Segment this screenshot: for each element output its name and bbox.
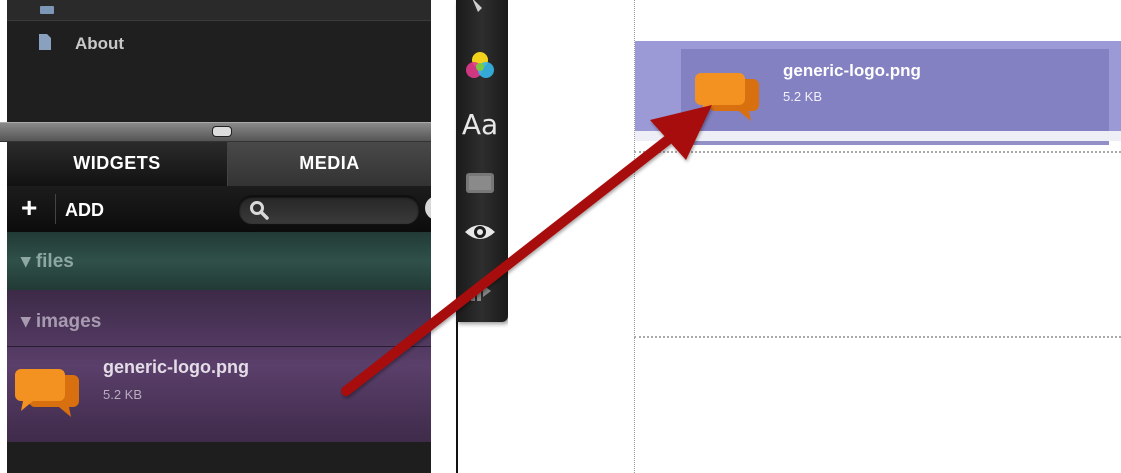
sidebar: About WIDGETS MEDIA + ADD ▾ files ▾ imag… xyxy=(7,0,431,473)
sidebar-footer xyxy=(7,442,431,473)
page-icon xyxy=(40,6,54,14)
tab-media[interactable]: MEDIA xyxy=(228,140,431,186)
add-plus-icon[interactable]: + xyxy=(21,192,37,224)
color-palette-icon[interactable] xyxy=(456,48,504,89)
font-icon[interactable]: Aa xyxy=(456,108,504,141)
document-icon xyxy=(39,34,51,50)
page-item-about[interactable]: About xyxy=(7,28,431,58)
drop-zone-highlight[interactable]: generic-logo.png 5.2 KB xyxy=(635,41,1121,145)
chat-bubbles-logo-icon xyxy=(15,369,79,417)
tab-widgets[interactable]: WIDGETS xyxy=(7,140,228,186)
drop-zone-shadow xyxy=(635,131,1121,141)
toolbar-gutter xyxy=(431,0,456,473)
search-input[interactable] xyxy=(275,200,409,220)
preview-eye-icon[interactable] xyxy=(456,220,504,249)
texture-icon[interactable] xyxy=(456,172,504,199)
media-filesize: 5.2 KB xyxy=(103,387,143,402)
share-icon[interactable] xyxy=(456,283,504,309)
panel-tabs: WIDGETS MEDIA xyxy=(7,140,431,186)
back-arrow-icon[interactable] xyxy=(456,0,504,18)
guide-line-horizontal-bottom xyxy=(634,336,1121,338)
images-section-header[interactable]: ▾ images xyxy=(21,310,101,333)
page-list: About xyxy=(7,0,431,122)
media-toolbar: + ADD xyxy=(7,186,431,232)
vertical-toolbar: Aa xyxy=(456,0,508,322)
dragged-filesize: 5.2 KB xyxy=(783,89,823,104)
chat-bubbles-logo-icon xyxy=(695,73,759,121)
media-item[interactable]: generic-logo.png 5.2 KB xyxy=(7,347,431,442)
page-item-label: About xyxy=(75,34,125,53)
files-section-header[interactable]: ▾ files xyxy=(21,250,74,273)
splitter-grip-icon[interactable] xyxy=(212,126,232,137)
toolbar-divider xyxy=(55,194,56,224)
panel-splitter[interactable] xyxy=(0,122,448,142)
page-list-top-strip xyxy=(7,0,431,21)
files-section[interactable]: ▾ files xyxy=(7,232,431,290)
media-filename: generic-logo.png xyxy=(103,357,249,377)
dragged-filename: generic-logo.png xyxy=(783,61,921,80)
images-section: ▾ images generic-logo.png 5.2 KB xyxy=(7,290,431,442)
page-canvas: generic-logo.png 5.2 KB xyxy=(508,0,1121,473)
add-button[interactable]: ADD xyxy=(65,200,104,221)
search-box[interactable] xyxy=(238,195,420,225)
guide-line-horizontal-top xyxy=(634,151,1121,153)
search-icon xyxy=(250,201,269,220)
